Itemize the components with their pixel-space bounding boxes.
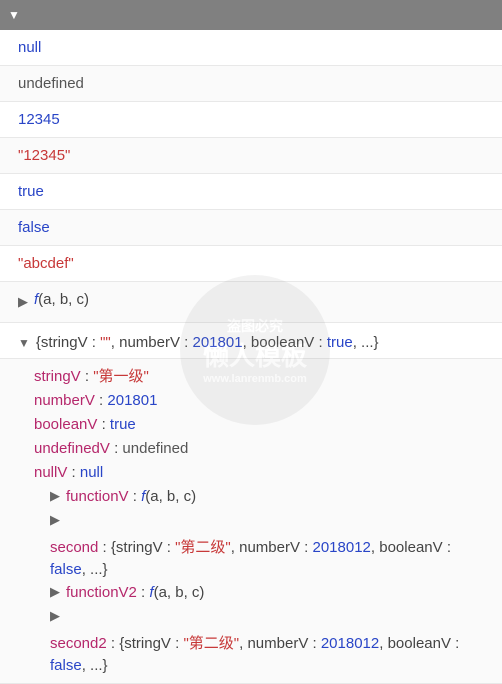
prop-row-function[interactable]: ▶ functionV2 : f(a, b, c) [34, 581, 484, 605]
list-item: undefined [0, 66, 502, 102]
list-item-object-expanded[interactable]: ▼ {stringV : "", numberV : 201801, boole… [0, 323, 502, 359]
value-null: null [18, 39, 41, 56]
value-number: 12345 [18, 111, 60, 128]
value-list: null undefined 12345 "12345" true false … [0, 30, 502, 684]
value-boolean: false [18, 219, 50, 236]
collapse-all-icon[interactable]: ▼ [8, 8, 20, 22]
prop-row: booleanV : true [34, 413, 484, 437]
prop-row: nullV : null [34, 461, 484, 485]
expand-icon[interactable]: ▶ [50, 509, 60, 531]
expand-icon[interactable]: ▶ [18, 291, 28, 313]
prop-row-object[interactable]: ▶ second : {stringV : "第二级", numberV : 2… [34, 509, 484, 581]
prop-row-object[interactable]: ▶ second2 : {stringV : "第二级", numberV : … [34, 605, 484, 677]
value-string: "12345" [18, 147, 70, 164]
prop-row-function[interactable]: ▶ functionV : f(a, b, c) [34, 485, 484, 509]
object-summary: {stringV : "", numberV : 201801, boolean… [36, 332, 379, 354]
expand-icon[interactable]: ▶ [50, 485, 60, 507]
expand-icon[interactable]: ▶ [50, 605, 60, 627]
list-item: "12345" [0, 138, 502, 174]
list-item: 12345 [0, 102, 502, 138]
value-undefined: undefined [18, 75, 84, 92]
prop-row: numberV : 201801 [34, 389, 484, 413]
list-item: "abcdef" [0, 246, 502, 282]
prop-row: stringV : "第一级" [34, 365, 484, 389]
object-properties: stringV : "第一级" numberV : 201801 boolean… [0, 359, 502, 684]
list-item-function-collapsed[interactable]: ▶ f(a, b, c) [0, 282, 502, 323]
value-function: f(a, b, c) [34, 291, 89, 308]
value-string: "abcdef" [18, 255, 74, 272]
expand-icon[interactable]: ▶ [50, 581, 60, 603]
list-item: false [0, 210, 502, 246]
prop-row: undefinedV : undefined [34, 437, 484, 461]
value-boolean: true [18, 183, 44, 200]
list-item: true [0, 174, 502, 210]
list-item: null [0, 30, 502, 66]
collapse-icon[interactable]: ▼ [18, 332, 30, 354]
panel-header[interactable]: ▼ [0, 0, 502, 30]
